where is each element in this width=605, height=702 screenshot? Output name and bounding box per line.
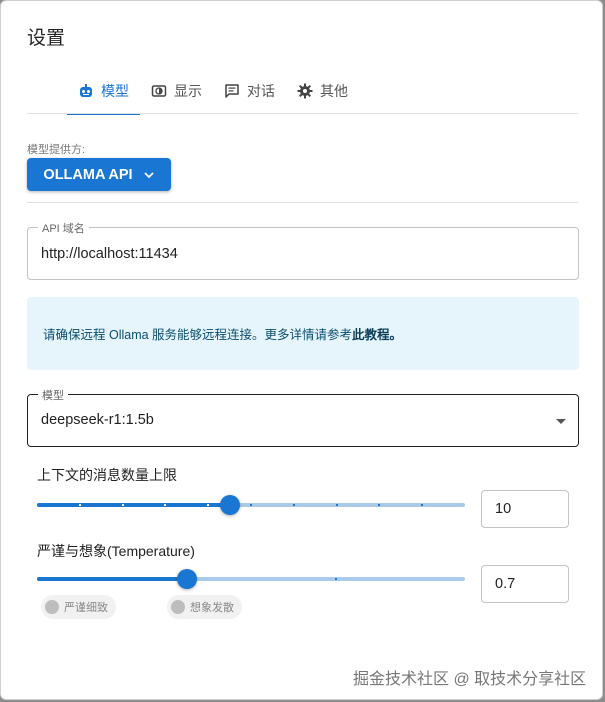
- tabs-divider: [27, 113, 578, 114]
- chevron-down-icon: [143, 171, 154, 178]
- tab-other-label: 其他: [320, 83, 348, 99]
- info-message: 请确保远程 Ollama 服务能够远程连接。更多详情请参考: [43, 328, 353, 342]
- slider-tick-mark: [335, 504, 338, 506]
- api-host-label: API 域名: [38, 220, 89, 236]
- provider-select-button[interactable]: OLLAMA API: [27, 158, 171, 191]
- slider-tick-mark: [335, 578, 338, 580]
- slider-tick-mark: [121, 504, 124, 506]
- info-text: 请确保远程 Ollama 服务能够远程连接。更多详情请参考此教程。: [43, 324, 402, 343]
- dialog-title: 设置: [27, 28, 66, 49]
- chip-imaginative-label: 想象发散: [190, 602, 234, 614]
- model-label: 模型: [38, 387, 68, 403]
- slider-tick-mark: [292, 504, 295, 506]
- dropdown-arrow-icon[interactable]: [556, 419, 566, 424]
- context-limit-input[interactable]: 10: [481, 490, 569, 528]
- settings-dialog: 设置 模型 显示 对话 其他 模型提供方: OLLAMA API API 域名 …: [0, 0, 603, 700]
- tab-display-label: 显示: [174, 83, 202, 99]
- slider-track: [37, 503, 230, 507]
- slider-tick-mark: [207, 504, 210, 506]
- tab-other[interactable]: 其他: [286, 77, 359, 105]
- model-select[interactable]: 模型 deepseek-r1:1.5b: [27, 387, 579, 447]
- temperature-label: 严谨与想象(Temperature): [37, 543, 195, 559]
- settings-tabs: 模型 显示 对话 其他: [67, 77, 359, 115]
- api-host-input[interactable]: http://localhost:11434: [41, 246, 178, 262]
- tab-chat[interactable]: 对话: [213, 77, 286, 105]
- context-limit-label: 上下文的消息数量上限: [37, 467, 177, 483]
- slider-track: [37, 577, 187, 581]
- robot-icon: [80, 84, 92, 97]
- slider-thumb[interactable]: [176, 569, 197, 589]
- provider-label: 模型提供方:: [27, 144, 86, 156]
- slider-tick-mark: [421, 504, 424, 506]
- tab-model[interactable]: 模型: [67, 77, 140, 115]
- api-host-field[interactable]: API 域名 http://localhost:11434: [27, 220, 579, 280]
- slider-tick-mark: [78, 504, 81, 506]
- tab-model-label: 模型: [101, 83, 129, 99]
- lightbulb-icon: [171, 600, 185, 614]
- tutorial-link[interactable]: 此教程。: [352, 328, 402, 342]
- temperature-input[interactable]: 0.7: [481, 565, 569, 603]
- watermark: 掘金技术社区 @ 取技术分享社区: [353, 671, 587, 688]
- provider-value: OLLAMA API: [43, 166, 133, 183]
- chip-rigorous: 严谨细致: [41, 595, 116, 619]
- model-value: deepseek-r1:1.5b: [41, 412, 154, 428]
- chip-imaginative: 想象发散: [167, 595, 242, 619]
- section-divider: [27, 202, 578, 203]
- slider-tick-mark: [164, 504, 167, 506]
- tab-display[interactable]: 显示: [140, 77, 213, 105]
- info-alert: 请确保远程 Ollama 服务能够远程连接。更多详情请参考此教程。: [27, 297, 579, 370]
- gear-icon: [297, 83, 313, 99]
- tab-chat-label: 对话: [247, 83, 275, 99]
- slider-tick-mark: [250, 504, 252, 506]
- temperature-slider[interactable]: [37, 569, 465, 589]
- slider-tick-mark: [378, 504, 381, 506]
- slider-thumb[interactable]: [219, 495, 240, 515]
- context-limit-slider[interactable]: [37, 495, 465, 515]
- rigorous-icon: [45, 600, 59, 614]
- display-icon: [151, 85, 167, 97]
- chip-rigorous-label: 严谨细致: [64, 602, 108, 614]
- chat-icon: [225, 84, 239, 98]
